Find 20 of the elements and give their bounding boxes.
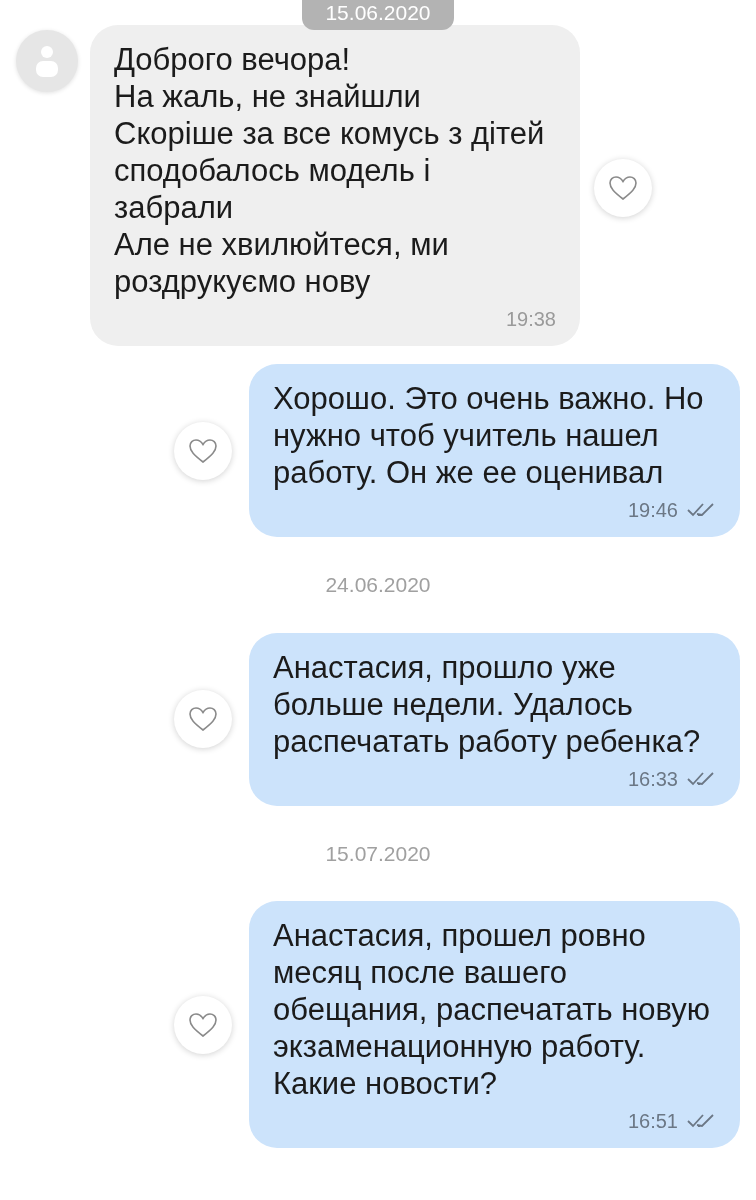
message-text: Анастасия, прошло уже больше недели. Удалось распечатать работу ребенка? (273, 648, 702, 760)
date-separator: 15.07.2020 (325, 840, 431, 867)
message-time: 19:46 (627, 498, 678, 523)
message-time: 19:38 (505, 307, 556, 332)
like-button[interactable] (174, 421, 232, 480)
date-separator: 24.06.2020 (325, 572, 431, 598)
message-text: Хорошо. Это очень важно. Но нужно чтоб учитель нашел работу. Он же ее оценивал (273, 380, 705, 491)
like-button[interactable] (594, 159, 652, 217)
message-text: Доброго вечора! На жаль, не знайшли Скоріше за все комусь з дітей сподобалось модель і забрали Але не хвилюйтеся, ми роздрукуємо нову (114, 41, 546, 300)
heart-icon (188, 437, 218, 464)
heart-icon (188, 1011, 218, 1038)
like-button[interactable] (174, 690, 232, 748)
message-text: Анастасия, прошел ровно месяц после вашего обещания, распечатать новую экзаменационную работу. Какие новости? (273, 917, 712, 1102)
date-chip: 15.06.2020 (302, 0, 454, 30)
message-time: 16:33 (627, 766, 678, 792)
heart-icon (188, 706, 218, 732)
person-icon (34, 44, 60, 78)
message-time: 16:51 (627, 1109, 678, 1134)
heart-icon (608, 175, 638, 201)
like-button[interactable] (174, 995, 232, 1054)
